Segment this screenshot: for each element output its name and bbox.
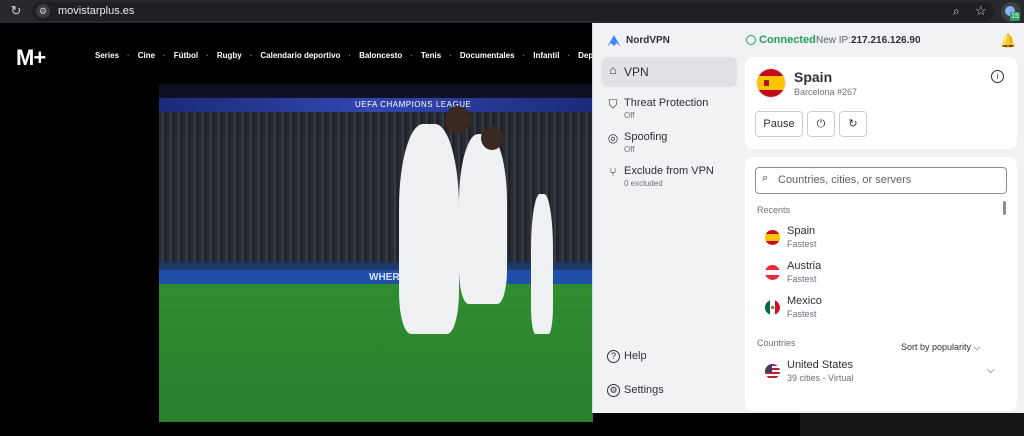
search-icon: ⌕ [762, 172, 769, 184]
player-figure [531, 194, 553, 334]
connected-server: Barcelona #267 [794, 87, 858, 97]
scrollbar[interactable] [1003, 201, 1006, 215]
sidebar-item-label: VPN [624, 65, 649, 79]
nav-baloncesto[interactable]: Baloncesto [359, 51, 402, 60]
nav-futbol[interactable]: Fútbol [174, 51, 198, 60]
info-icon[interactable]: i [991, 70, 1004, 83]
nordvpn-brand: NordVPN [626, 35, 670, 46]
player-head [481, 126, 503, 150]
help-label: Help [624, 350, 647, 362]
mexico-flag-icon [765, 300, 780, 315]
spain-flag-icon [757, 69, 785, 97]
ip-label: New IP: [816, 35, 852, 46]
nordvpn-popup: NordVPN Connected New IP: 217.216.126.90… [592, 23, 1024, 413]
country-sub: 39 cities - Virtual [787, 373, 854, 383]
settings-icon: ⚙ [607, 384, 620, 397]
sidebar-item-status: Off [624, 145, 635, 154]
nav-series[interactable]: Series [95, 51, 119, 60]
power-icon: ⏻ [816, 118, 826, 130]
sidebar-item-status: 0 excluded [624, 179, 663, 188]
recent-item-spain[interactable]: Spain Fastest [753, 221, 1009, 255]
home-icon: ⌂ [609, 63, 617, 77]
recent-sub: Fastest [787, 239, 817, 249]
nav-rugby[interactable]: Rugby [217, 51, 242, 60]
settings-label: Settings [624, 384, 664, 396]
eye-slash-icon: ◎ [607, 131, 619, 145]
player-figure [399, 124, 459, 334]
recent-name: Austria [787, 260, 822, 272]
search-placeholder: Countries, cities, or servers [778, 174, 912, 186]
nordvpn-logo-icon [607, 35, 621, 47]
usa-flag-icon [765, 364, 780, 379]
site-info-icon[interactable]: ⚙ [36, 4, 50, 18]
site-nav: Series · Cine · Fútbol · Rugby · Calendario … [95, 51, 621, 60]
page-footer-strip [800, 410, 1024, 436]
sidebar-item-label: Threat Protection [624, 97, 709, 109]
nav-tenis[interactable]: Tenis [421, 51, 441, 60]
recents-title: Recents [757, 205, 791, 215]
recent-item-austria[interactable]: Austria Fastest [753, 256, 1009, 290]
sidebar-item-threat-protection[interactable]: ⛉ Threat Protection Off [601, 91, 737, 125]
connected-country: Spain [794, 69, 833, 85]
country-name: United States [787, 359, 854, 371]
nav-calendario[interactable]: Calendario deportivo [260, 51, 340, 60]
recent-sub: Fastest [787, 274, 817, 284]
recent-sub: Fastest [787, 309, 817, 319]
bookmark-star-icon[interactable]: ☆ [975, 3, 987, 19]
extension-badge: 15 [1010, 12, 1020, 21]
chevron-down-icon[interactable]: ⌵ [987, 365, 995, 376]
player-head [445, 106, 471, 134]
ip-address: 217.216.126.90 [851, 35, 921, 46]
sidebar-item-spoofing[interactable]: ◎ Spoofing Off [601, 125, 737, 159]
reload-icon[interactable]: ↻ [9, 4, 23, 18]
stadium-crowd [159, 112, 593, 262]
recent-name: Spain [787, 225, 816, 237]
search-input[interactable]: ⌕ Countries, cities, or servers [755, 167, 1007, 194]
player-figure [459, 134, 507, 304]
countries-title: Countries [757, 338, 796, 348]
sidebar-item-label: Exclude from VPN [624, 165, 714, 177]
hero-image[interactable]: UEFA CHAMPIONS LEAGUE WHERE LEGENDS TRAD… [159, 84, 593, 422]
settings-button[interactable]: ⚙ Settings [601, 379, 737, 403]
recent-name: Mexico [787, 295, 822, 307]
server-list-card: ⌕ Countries, cities, or servers Recents … [745, 157, 1017, 411]
pitch [159, 284, 593, 422]
split-tunnel-icon: ⑂ [609, 165, 617, 179]
spain-flag-icon [765, 230, 780, 245]
sidebar-item-exclude[interactable]: ⑂ Exclude from VPN 0 excluded [601, 159, 737, 193]
nav-documentales[interactable]: Documentales [460, 51, 515, 60]
sidebar-item-vpn[interactable]: ⌂ VPN [601, 57, 737, 87]
bell-icon[interactable]: 🔔 [1000, 33, 1016, 49]
connected-icon [746, 35, 756, 45]
connection-status: Connected [759, 34, 816, 46]
address-bar[interactable] [32, 2, 994, 21]
sort-dropdown[interactable]: Sort by popularity ⌵ [901, 342, 980, 353]
nav-cine[interactable]: Cine [138, 51, 155, 60]
country-item-united-states[interactable]: United States 39 cities - Virtual ⌵ [753, 355, 1009, 389]
connection-card: Spain Barcelona #267 i Pause ⏻ ↻ [745, 57, 1017, 149]
refresh-icon: ↻ [848, 118, 858, 130]
movistar-logo[interactable]: M+ [16, 45, 46, 71]
help-icon: ? [607, 350, 620, 363]
disconnect-button[interactable]: ⏻ [807, 111, 835, 137]
nordvpn-sidebar: ⌂ VPN ⛉ Threat Protection Off ◎ Spoofing… [601, 57, 737, 193]
browser-toolbar: ↻ ⚙ movistarplus.es ⌕ ☆ 15 [0, 0, 1024, 23]
help-button[interactable]: ? Help [601, 345, 737, 369]
url-text[interactable]: movistarplus.es [58, 5, 134, 17]
pause-button[interactable]: Pause [755, 111, 803, 137]
shield-icon: ⛉ [608, 97, 618, 111]
sidebar-item-status: Off [624, 111, 635, 120]
zoom-icon[interactable]: ⌕ [953, 4, 960, 19]
champions-league-banner: UEFA CHAMPIONS LEAGUE [159, 98, 593, 112]
austria-flag-icon [765, 265, 780, 280]
recent-item-mexico[interactable]: Mexico Fastest [753, 291, 1009, 325]
reconnect-button[interactable]: ↻ [839, 111, 867, 137]
nav-infantil[interactable]: Infantil [533, 51, 559, 60]
sidebar-item-label: Spoofing [624, 131, 668, 143]
